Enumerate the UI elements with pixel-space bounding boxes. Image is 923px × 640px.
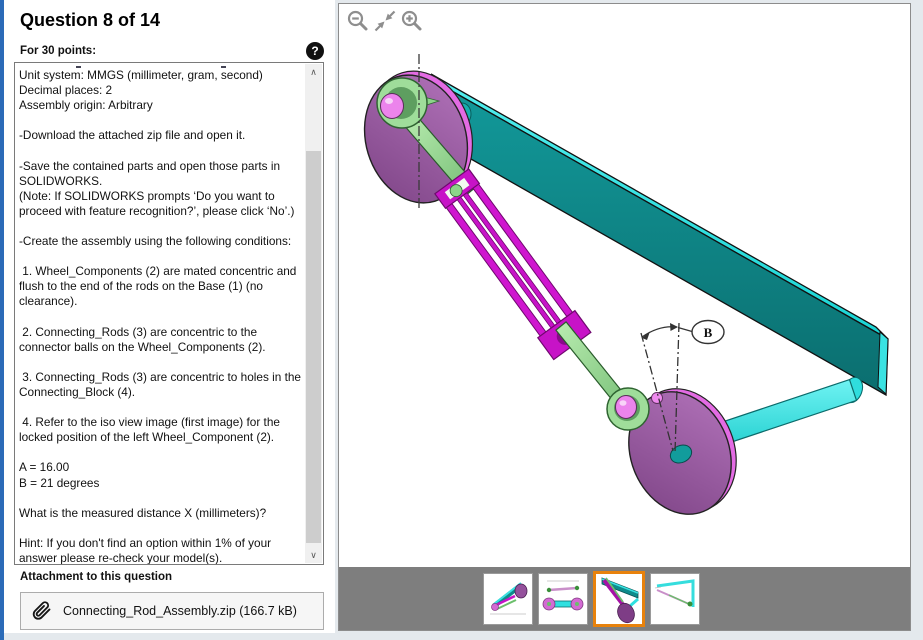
thumbnail-dimension-view[interactable]: [593, 571, 645, 627]
zoom-in-icon[interactable]: [400, 9, 424, 33]
scrollbar-thumb[interactable]: [306, 151, 321, 543]
page-title: Question 8 of 14: [20, 10, 160, 31]
thumbnail-iso-view[interactable]: [483, 573, 533, 625]
scroll-up-icon[interactable]: ∧: [305, 64, 322, 80]
balloon-b-label: B: [704, 325, 713, 340]
image-viewer-panel: B: [338, 3, 911, 631]
attachment-file-label: Connecting_Rod_Assembly.zip (166.7 kB): [63, 604, 297, 618]
rod-end-ring-bottom: [607, 388, 649, 430]
points-label: For 30 points:: [20, 45, 96, 57]
thumbnail-strip: [339, 567, 910, 630]
question-text: Unit system: MMGS (millimeter, gram, sec…: [19, 68, 305, 565]
connector-ball: [381, 94, 404, 119]
zoom-fit-icon[interactable]: [373, 9, 397, 33]
model-viewer[interactable]: B: [339, 4, 910, 567]
zoom-out-icon[interactable]: [346, 9, 370, 33]
paperclip-icon: [31, 600, 53, 622]
viewer-toolbar: [346, 9, 424, 33]
thumbnail-side-view[interactable]: [650, 573, 700, 625]
question-scrollbar[interactable]: ∧ ∨: [305, 64, 322, 563]
question-panel: Question 8 of 14 For 30 points: ? Unit s…: [4, 0, 335, 633]
assembly-3d-view: B: [339, 4, 910, 567]
base-part: [431, 74, 888, 395]
attachment-section-label: Attachment to this question: [20, 571, 172, 583]
scroll-down-icon[interactable]: ∨: [305, 547, 322, 563]
thumbnail-front-view[interactable]: [538, 573, 588, 625]
help-icon[interactable]: ?: [306, 42, 324, 60]
attachment-download-button[interactable]: Connecting_Rod_Assembly.zip (166.7 kB): [20, 592, 324, 630]
question-textarea[interactable]: Unit system: MMGS (millimeter, gram, sec…: [14, 62, 324, 565]
